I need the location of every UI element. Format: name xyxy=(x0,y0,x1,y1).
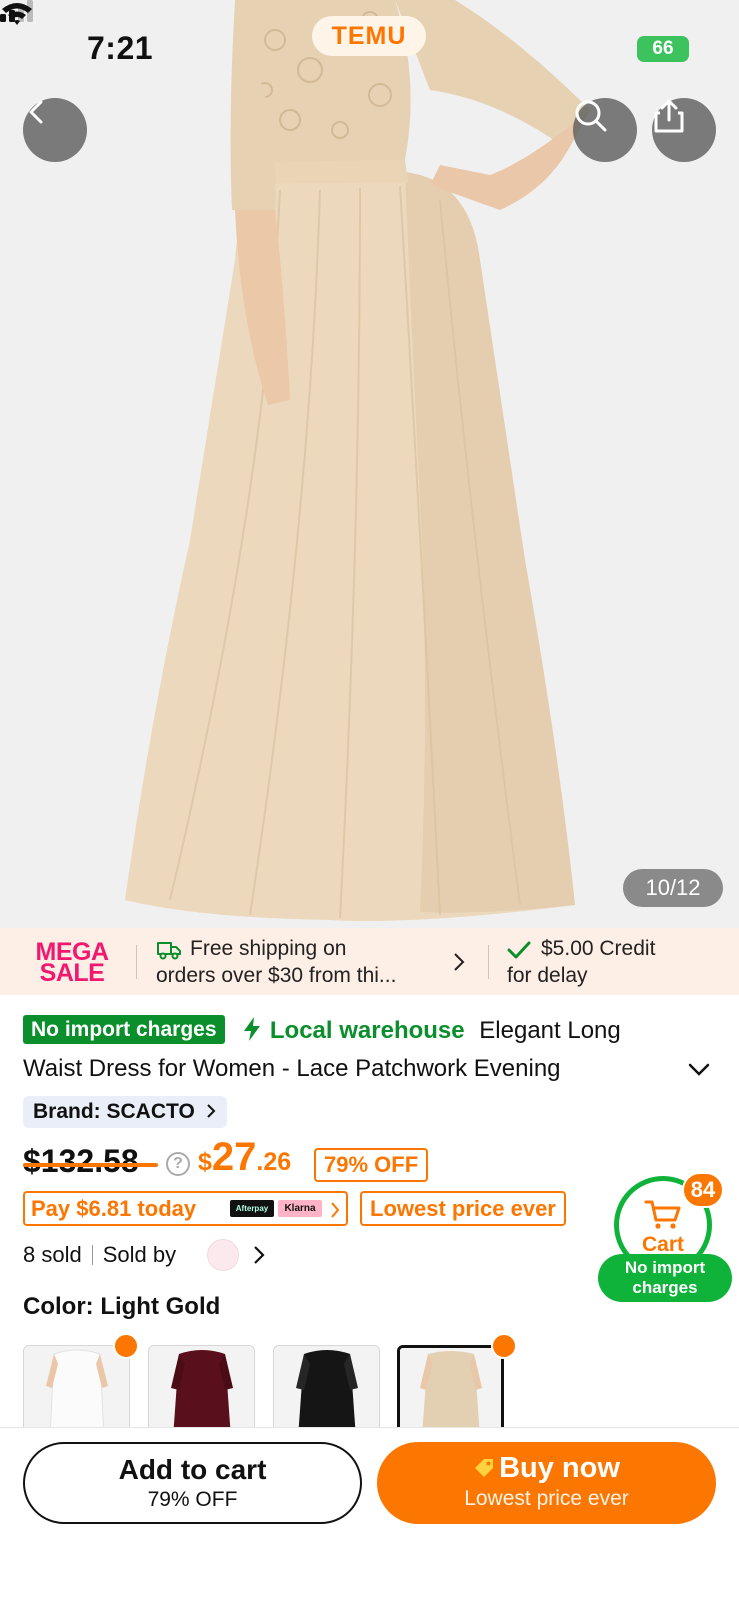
buy-now-sub: Lowest price ever xyxy=(464,1487,629,1510)
cart-icon xyxy=(644,1200,681,1229)
sale-price: $27.26 xyxy=(198,1135,291,1180)
sold-separator xyxy=(91,1245,93,1265)
product-image-gallery[interactable]: 7:21 TEMU 66 10/12 xyxy=(0,0,739,928)
expand-title-chevron-down-icon[interactable] xyxy=(686,1056,712,1082)
pay-today-text: Pay $6.81 today xyxy=(31,1196,197,1221)
swatch-image xyxy=(400,1348,501,1434)
swatch-image xyxy=(274,1346,379,1436)
cart-no-import-badge: No import charges xyxy=(598,1254,732,1302)
pay-later-button[interactable]: Pay $6.81 today Afterpay Klarna xyxy=(23,1191,348,1226)
back-button[interactable] xyxy=(23,98,87,162)
battery-indicator: 66 xyxy=(637,36,689,62)
title-fade xyxy=(620,1050,670,1088)
buy-now-label: Buy now xyxy=(499,1452,620,1484)
price-tag-icon xyxy=(475,1459,494,1477)
promo-divider xyxy=(136,945,137,979)
lowest-price-badge: Lowest price ever xyxy=(360,1191,566,1226)
buy-now-button[interactable]: Buy now Lowest price ever xyxy=(377,1442,716,1524)
price-help-icon[interactable]: ? xyxy=(166,1152,190,1176)
delay-credit-info[interactable]: $5.00 Credit for delay xyxy=(507,935,732,989)
credit-line1: $5.00 Credit xyxy=(541,937,656,960)
afterpay-logo: Afterpay xyxy=(230,1200,274,1217)
price-currency: $ xyxy=(198,1148,212,1176)
promo-divider xyxy=(488,945,489,979)
add-to-cart-label: Add to cart xyxy=(118,1454,267,1485)
credit-line2: for delay xyxy=(507,964,588,987)
truck-icon xyxy=(157,942,181,960)
sold-info: 8 sold Sold by xyxy=(23,1238,176,1272)
color-label: Color: Light Gold xyxy=(23,1293,221,1320)
swatch-image xyxy=(149,1346,254,1436)
temu-logo[interactable]: TEMU xyxy=(312,16,426,56)
color-swatch-burgundy[interactable] xyxy=(148,1345,255,1437)
add-to-cart-sub: 79% OFF xyxy=(147,1488,238,1511)
status-bar: 7:21 TEMU 66 xyxy=(0,0,739,90)
discount-badge: 79% OFF xyxy=(314,1148,429,1182)
wifi-icon xyxy=(2,3,32,25)
color-swatch-black[interactable] xyxy=(273,1345,380,1437)
sold-by-label: Sold by xyxy=(102,1242,177,1267)
cart-badge-line2: charges xyxy=(632,1278,698,1297)
hot-flame-icon xyxy=(113,1333,139,1359)
brand-chip[interactable]: Brand: SCACTO xyxy=(23,1096,227,1128)
no-import-charges-tag: No import charges xyxy=(23,1015,225,1044)
chevron-right-icon xyxy=(331,1202,340,1218)
mega-sale-logo: MEGA SALE xyxy=(30,940,114,987)
product-title-line1: No import charges Local warehouse Elegan… xyxy=(23,1012,683,1050)
lightning-icon xyxy=(244,1017,261,1041)
seller-avatar[interactable] xyxy=(207,1239,239,1271)
seller-chevron-right-icon[interactable] xyxy=(252,1245,266,1265)
image-counter: 10/12 xyxy=(623,869,723,907)
color-swatch-white[interactable] xyxy=(23,1345,130,1437)
sold-count: 8 sold xyxy=(23,1242,82,1267)
swatch-image xyxy=(24,1346,129,1436)
search-button[interactable] xyxy=(573,98,637,162)
product-title-line2: Waist Dress for Women - Lace Patchwork E… xyxy=(23,1055,561,1082)
price-decimal: .26 xyxy=(256,1148,292,1176)
cart-count-badge: 84 xyxy=(682,1172,724,1208)
free-shipping-info[interactable]: Free shipping on orders over $30 from th… xyxy=(156,935,456,989)
brand-label: Brand: SCACTO xyxy=(33,1100,195,1123)
mega-sale-line2: SALE xyxy=(39,959,105,987)
share-button[interactable] xyxy=(652,98,716,162)
strikethrough xyxy=(23,1163,158,1167)
check-icon xyxy=(507,941,531,959)
original-price: $132.58 xyxy=(23,1143,139,1179)
promo-strip[interactable]: MEGA SALE Free shipping on orders over $… xyxy=(0,928,739,995)
chevron-right-icon xyxy=(206,1104,216,1118)
product-title-text: Elegant Long xyxy=(479,1017,621,1044)
shipping-line2: orders over $30 from thi... xyxy=(156,964,397,987)
share-icon xyxy=(654,99,684,133)
local-warehouse-tag: Local warehouse xyxy=(269,1017,465,1044)
klarna-logo: Klarna xyxy=(278,1200,322,1217)
chevron-left-icon xyxy=(29,100,43,124)
search-icon xyxy=(575,100,607,132)
color-swatch-light-gold[interactable] xyxy=(397,1345,504,1437)
hot-flame-icon xyxy=(491,1333,517,1359)
add-to-cart-button[interactable]: Add to cart 79% OFF xyxy=(23,1442,362,1524)
cart-badge-line1: No import xyxy=(624,1258,706,1277)
bottom-action-bar: Add to cart 79% OFF Buy now Lowest price… xyxy=(0,1427,739,1600)
shipping-line1: Free shipping on xyxy=(190,937,347,960)
chevron-right-icon xyxy=(454,953,465,971)
price-integer: 27 xyxy=(211,1135,257,1179)
status-time: 7:21 xyxy=(87,30,154,66)
